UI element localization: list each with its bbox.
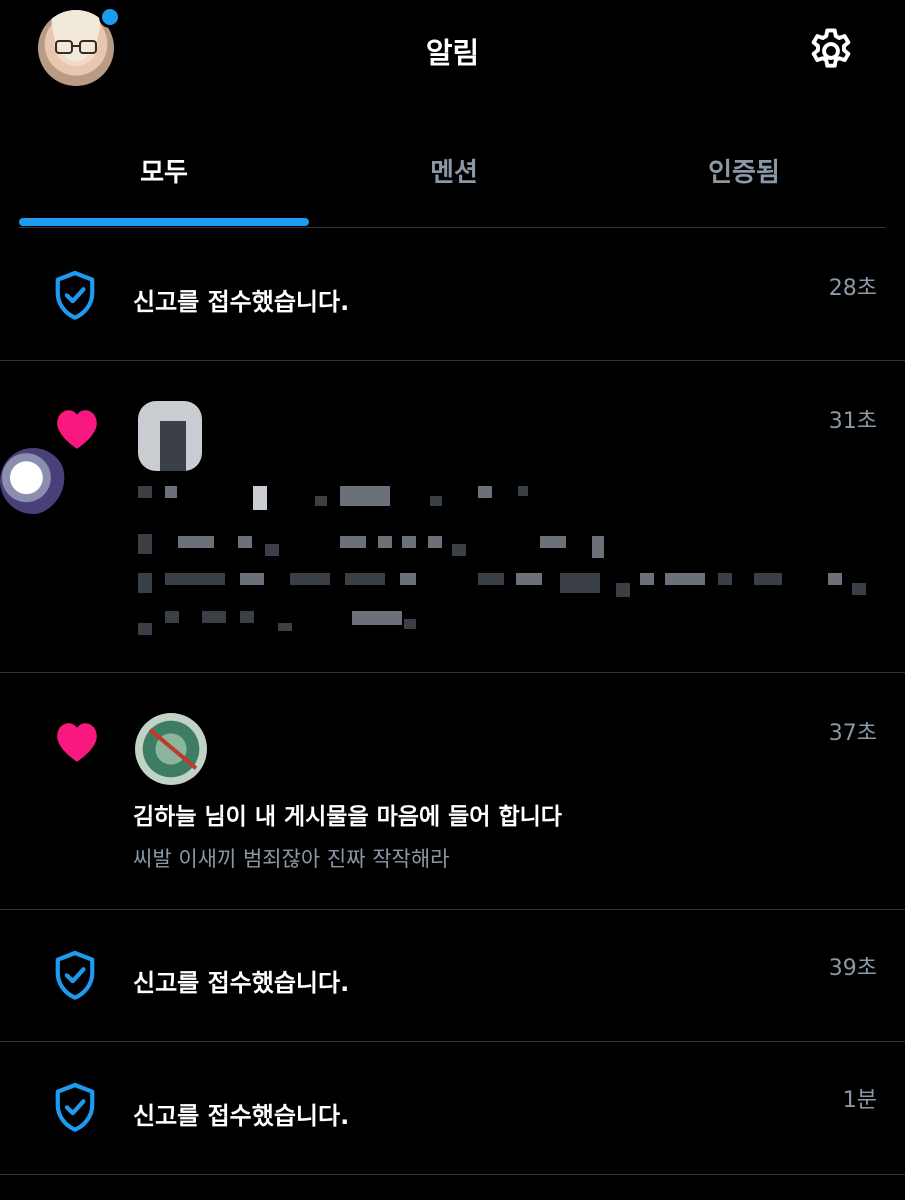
notification-text: 김하늘 님이 내 게시물을 마음에 들어 합니다 [133,804,562,830]
notification-time: 31초 [828,409,877,434]
notification-item[interactable]: 신고를 접수했습니다. 39초 [0,910,905,1042]
tab-all[interactable]: 모두 [19,152,309,192]
blurred-user-avatar [0,448,66,514]
page-title: 알림 [425,36,480,70]
notification-text: 신고를 접수했습니다. [133,1102,350,1130]
tab-mentions[interactable]: 멘션 [309,152,599,192]
notifications-screen: 알림 모두 멘션 인증됨 신고를 접수했습니다. 28초 31초 37초 김하늘… [0,0,905,1200]
tab-bar: 모두 멘션 인증됨 [0,130,905,230]
unread-indicator [99,6,121,28]
notification-post-preview: 씨발 이새끼 범죄잖아 진짜 작작해라 [133,847,450,871]
heart-icon [57,723,97,762]
notification-item[interactable]: 신고를 접수했습니다. 28초 [0,230,905,361]
notification-text: 신고를 접수했습니다. [133,969,350,997]
user-avatar[interactable] [135,713,207,785]
shield-check-icon [55,950,95,1000]
shield-check-icon [55,270,95,320]
header: 알림 [0,0,905,100]
tab-divider [19,227,886,228]
gear-icon[interactable] [805,25,857,77]
tab-verified[interactable]: 인증됨 [599,152,889,192]
notification-time: 37초 [828,721,877,746]
notification-item[interactable]: 37초 김하늘 님이 내 게시물을 마음에 들어 합니다 씨발 이새끼 범죄잖아… [0,673,905,910]
notification-text: 신고를 접수했습니다. [133,288,350,316]
notification-item[interactable]: 31초 [0,361,905,673]
notification-time: 28초 [828,276,877,301]
shield-check-icon [55,1082,95,1132]
avatar-decoration [148,728,198,770]
notification-time: 1분 [842,1088,877,1113]
heart-icon [57,410,97,449]
notification-item[interactable]: 신고를 접수했습니다. 1분 [0,1042,905,1175]
notification-time: 39초 [828,956,877,981]
active-tab-indicator [19,218,309,226]
